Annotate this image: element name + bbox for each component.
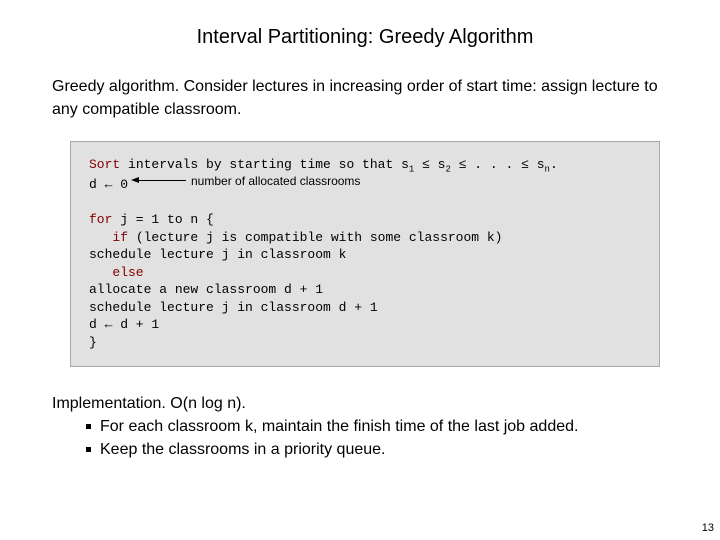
keyword-if: if [112, 230, 128, 245]
annotation-arrow-head-icon [131, 177, 139, 183]
code-line-10: } [89, 334, 645, 352]
annotation-arrow-line [138, 180, 186, 181]
impl-body: O(n log n). [166, 395, 246, 412]
impl-lead: Implementation. [52, 395, 166, 412]
annotation-label: number of allocated classrooms [191, 173, 360, 189]
intro-lead: Greedy algorithm. [52, 78, 179, 95]
code-line-9: d ← d + 1 [89, 316, 645, 334]
slide-title: Interval Partitioning: Greedy Algorithm [38, 26, 692, 49]
page-number: 13 [702, 522, 714, 534]
code-text: intervals by starting time so that s [120, 157, 409, 172]
code-line-3: for j = 1 to n { [89, 211, 645, 229]
code-line-7: allocate a new classroom d + 1 [89, 281, 645, 299]
keyword-for: for [89, 212, 112, 227]
code-text: ≤ . . . ≤ s [451, 157, 545, 172]
bullet-item: Keep the classrooms in a priority queue. [86, 438, 692, 461]
intro-paragraph: Greedy algorithm. Consider lectures in i… [52, 75, 684, 121]
slide: Interval Partitioning: Greedy Algorithm … [0, 0, 720, 461]
keyword-sort: Sort [89, 157, 120, 172]
implementation-bullets: For each classroom k, maintain the finis… [38, 415, 692, 461]
code-line-1: Sort intervals by starting time so that … [89, 156, 645, 176]
code-text: . [550, 157, 558, 172]
code-text: (lecture j is compatible with some class… [128, 230, 502, 245]
code-text: ≤ s [414, 157, 445, 172]
code-line-6: else [89, 264, 645, 282]
implementation-line: Implementation. O(n log n). [52, 395, 684, 413]
pseudocode-box: Sort intervals by starting time so that … [70, 141, 660, 366]
code-line-2: d ← 0 [89, 176, 645, 194]
code-line-5: schedule lecture j in classroom k [89, 246, 645, 264]
keyword-else: else [112, 265, 143, 280]
code-text: j = 1 to n { [112, 212, 213, 227]
code-line-8: schedule lecture j in classroom d + 1 [89, 299, 645, 317]
code-blank [89, 194, 645, 212]
bullet-item: For each classroom k, maintain the finis… [86, 415, 692, 438]
code-line-4: if (lecture j is compatible with some cl… [89, 229, 645, 247]
